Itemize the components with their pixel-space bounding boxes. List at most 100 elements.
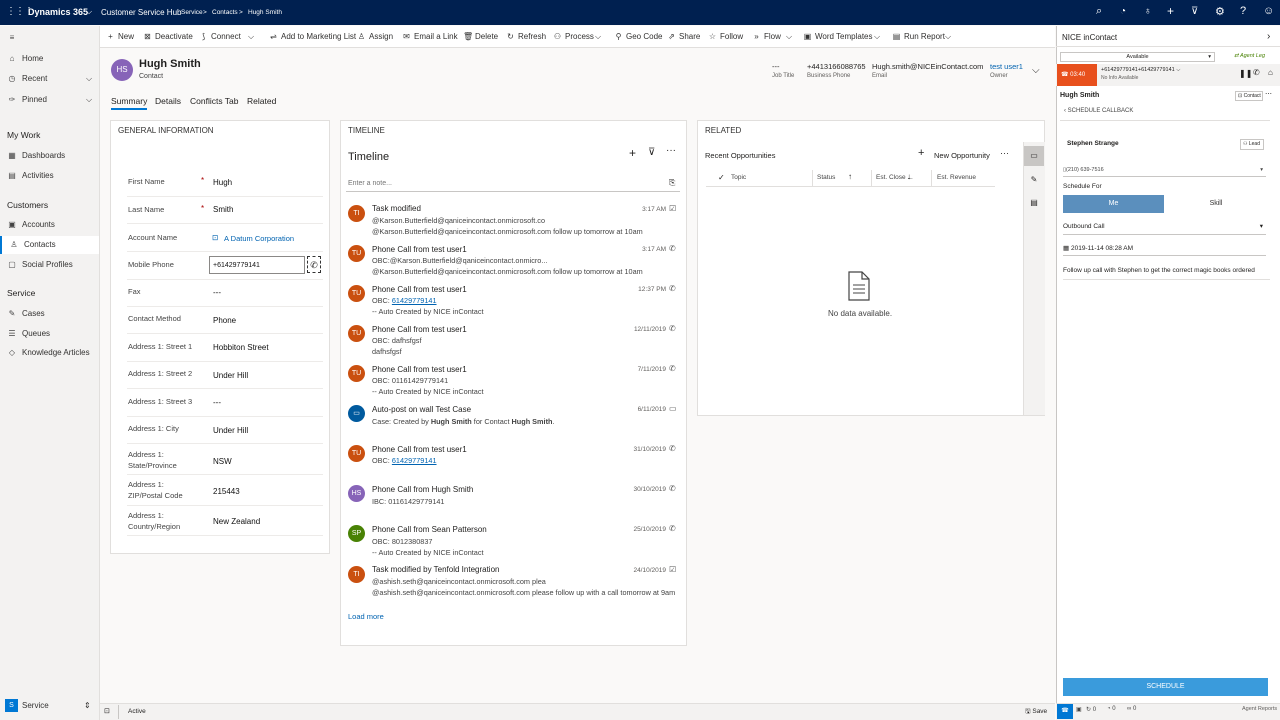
sidebar-item-accounts[interactable]: ▣ Accounts (0, 216, 99, 234)
new-opportunity-button[interactable]: New Opportunity (934, 151, 990, 160)
add-to-marketing-list-button[interactable]: ⇌ Add to Marketing List (269, 26, 356, 48)
column-header-topic[interactable]: Topic (731, 174, 746, 181)
voicemail-icon[interactable]: ▣ (1076, 706, 1082, 713)
column-header-est-revenue[interactable]: Est. Revenue (937, 174, 976, 181)
callback-phone-select[interactable]: ▯(210) 639-7516 ▾ (1063, 163, 1266, 177)
more-options-icon[interactable]: ··· (1000, 148, 1009, 158)
deactivate-button[interactable]: ⊠ Deactivate (143, 26, 193, 48)
assign-button[interactable]: ♙ Assign (357, 26, 393, 48)
business-phone-value[interactable]: +4413166088765 (807, 62, 866, 71)
dynamics-365-title[interactable]: Dynamics 365 (28, 7, 88, 17)
search-icon[interactable]: ⌕ (1096, 5, 1102, 18)
sidebar-item-contacts[interactable]: ♙ Contacts (0, 236, 99, 254)
chevron-down-icon[interactable]: ⌵ (1176, 67, 1180, 73)
gear-icon[interactable]: ⚙ (1215, 5, 1225, 18)
callback-datetime-input[interactable]: ▦ 2019-11-14 08:28 AM (1063, 241, 1266, 256)
tab-related[interactable]: Related (247, 96, 276, 106)
chat-count[interactable]: ◔ 0 (1107, 706, 1116, 712)
filter-icon[interactable]: ⊽ (1191, 6, 1198, 17)
run-report-button[interactable]: ▤ Run Report (892, 26, 945, 48)
workitem-count[interactable]: ∞ 0 (1127, 706, 1136, 712)
sidebar-item-cases[interactable]: ✎ Cases (0, 305, 99, 323)
process-button[interactable]: ⚇ Process (553, 26, 594, 48)
state-field[interactable]: NSW (213, 457, 232, 466)
column-header-status[interactable]: Status (817, 174, 835, 181)
sidebar-collapse-button[interactable]: ≡ (0, 29, 99, 47)
email-a-link-button[interactable]: ✉ Email a Link (402, 26, 457, 48)
wrench-icon[interactable]: ✎ (1024, 171, 1044, 189)
back-button[interactable]: ‹ SCHEDULE CALLBACK (1064, 108, 1133, 114)
pause-icon[interactable]: ❚❚ (1239, 69, 1252, 78)
lightbulb-icon[interactable]: ♁ (1144, 6, 1152, 17)
add-icon[interactable]: + (629, 146, 636, 160)
contact-name[interactable]: Hugh Smith (1060, 92, 1099, 99)
flow-button[interactable]: » Flow (752, 26, 781, 48)
chevron-down-icon[interactable]: ⌵ (86, 7, 92, 17)
home-icon[interactable]: ⌂ (1268, 68, 1273, 77)
postal-code-field[interactable]: 215443 (213, 487, 240, 496)
email-value[interactable]: Hugh.smith@NICEinContact.com (872, 62, 983, 71)
flow-dropdown[interactable]: ⌵ (786, 26, 792, 48)
breadcrumb-contacts[interactable]: Contacts (212, 9, 238, 16)
fax-field[interactable]: --- (213, 288, 221, 297)
owner-link[interactable]: test user1 (990, 62, 1023, 71)
sidebar-item-dashboards[interactable]: ▦ Dashboards (0, 147, 99, 165)
phone-channel-icon[interactable]: ☎ (1057, 704, 1073, 719)
refresh-button[interactable]: ↻ Refresh (506, 26, 546, 48)
sidebar-item-recent[interactable]: ◷ Recent ⌵ (0, 70, 99, 88)
word-templates-button[interactable]: ▣ Word Templates (803, 26, 873, 48)
street1-field[interactable]: Hobbiton Street (213, 343, 269, 352)
contact-chip[interactable]: ⊡ Contact (1235, 91, 1263, 101)
chevron-right-icon[interactable]: › (1267, 31, 1270, 42)
agent-reports-link[interactable]: Agent Reports (1242, 706, 1277, 712)
attachment-icon[interactable]: ⎘ (669, 178, 675, 188)
word-templates-dropdown[interactable]: ⌵ (874, 26, 880, 48)
more-options-icon[interactable]: ··· (666, 145, 676, 156)
help-icon[interactable]: ? (1240, 5, 1246, 17)
country-field[interactable]: New Zealand (213, 517, 260, 526)
delete-button[interactable]: 🗑 Delete (463, 26, 498, 48)
app-name[interactable]: Customer Service Hub (101, 8, 181, 17)
tab-conflicts[interactable]: Conflicts Tab (190, 96, 239, 106)
save-button[interactable]: 🖫 Save (1025, 707, 1047, 718)
load-more-link[interactable]: Load more (348, 612, 384, 621)
callback-count[interactable]: ↻ 0 (1086, 706, 1096, 713)
add-icon[interactable]: + (918, 147, 924, 159)
header-expand-chevron-icon[interactable]: ⌵ (1032, 65, 1040, 76)
callback-notes-textarea[interactable]: Follow up call with Stephen to get the c… (1063, 262, 1270, 280)
phone-link[interactable]: 61429779141 (392, 296, 437, 305)
sidebar-item-home[interactable]: ⌂ Home (0, 50, 99, 68)
lead-chip[interactable]: ⚇ Lead (1240, 139, 1264, 150)
sidebar-item-queues[interactable]: ☰ Queues (0, 325, 99, 343)
street3-field[interactable]: --- (213, 398, 221, 407)
area-switcher[interactable]: S Service ⇕ (0, 696, 99, 716)
open-in-window-icon[interactable]: ⊡ (104, 707, 110, 715)
user-icon[interactable]: ☺ (1263, 5, 1274, 17)
contact-method-field[interactable]: Phone (213, 316, 236, 325)
add-icon[interactable]: + (1167, 4, 1174, 18)
note-input[interactable] (346, 176, 680, 192)
street2-field[interactable]: Under Hill (213, 371, 248, 380)
breadcrumb-service[interactable]: Service (181, 9, 203, 16)
sidebar-item-pinned[interactable]: ✑ Pinned ⌵ (0, 91, 99, 109)
geo-code-button[interactable]: ⚲ Geo Code (614, 26, 663, 48)
schedule-for-skill-toggle[interactable]: Skill (1164, 195, 1268, 213)
task-flow-icon[interactable]: ◔ (1120, 6, 1126, 17)
tab-summary[interactable]: Summary (111, 96, 147, 106)
run-report-dropdown[interactable]: ⌵ (945, 26, 951, 48)
filter-icon[interactable]: ⊽ (648, 147, 655, 158)
opportunities-icon[interactable]: ▭ (1024, 146, 1044, 166)
tab-details[interactable]: Details (155, 96, 181, 106)
share-button[interactable]: ⇗ Share (667, 26, 700, 48)
connect-dropdown[interactable]: ⌵ (248, 26, 254, 48)
sidebar-item-activities[interactable]: ▤ Activities (0, 167, 99, 185)
transfer-call-icon[interactable]: ✆ (1253, 68, 1260, 77)
connect-button[interactable]: ⟆ Connect (199, 26, 241, 48)
more-options-icon[interactable]: ⋯ (1265, 90, 1272, 98)
agent-leg-link[interactable]: ⇄ Agent Leg (1234, 53, 1265, 59)
select-all-checkmark-icon[interactable]: ✓ (718, 173, 725, 182)
hangup-icon[interactable]: ☎ (1061, 72, 1068, 78)
phone-link[interactable]: 61429779141 (392, 456, 437, 465)
call-type-select[interactable]: Outbound Call ▾ (1063, 219, 1266, 235)
schedule-button[interactable]: SCHEDULE (1063, 678, 1268, 696)
